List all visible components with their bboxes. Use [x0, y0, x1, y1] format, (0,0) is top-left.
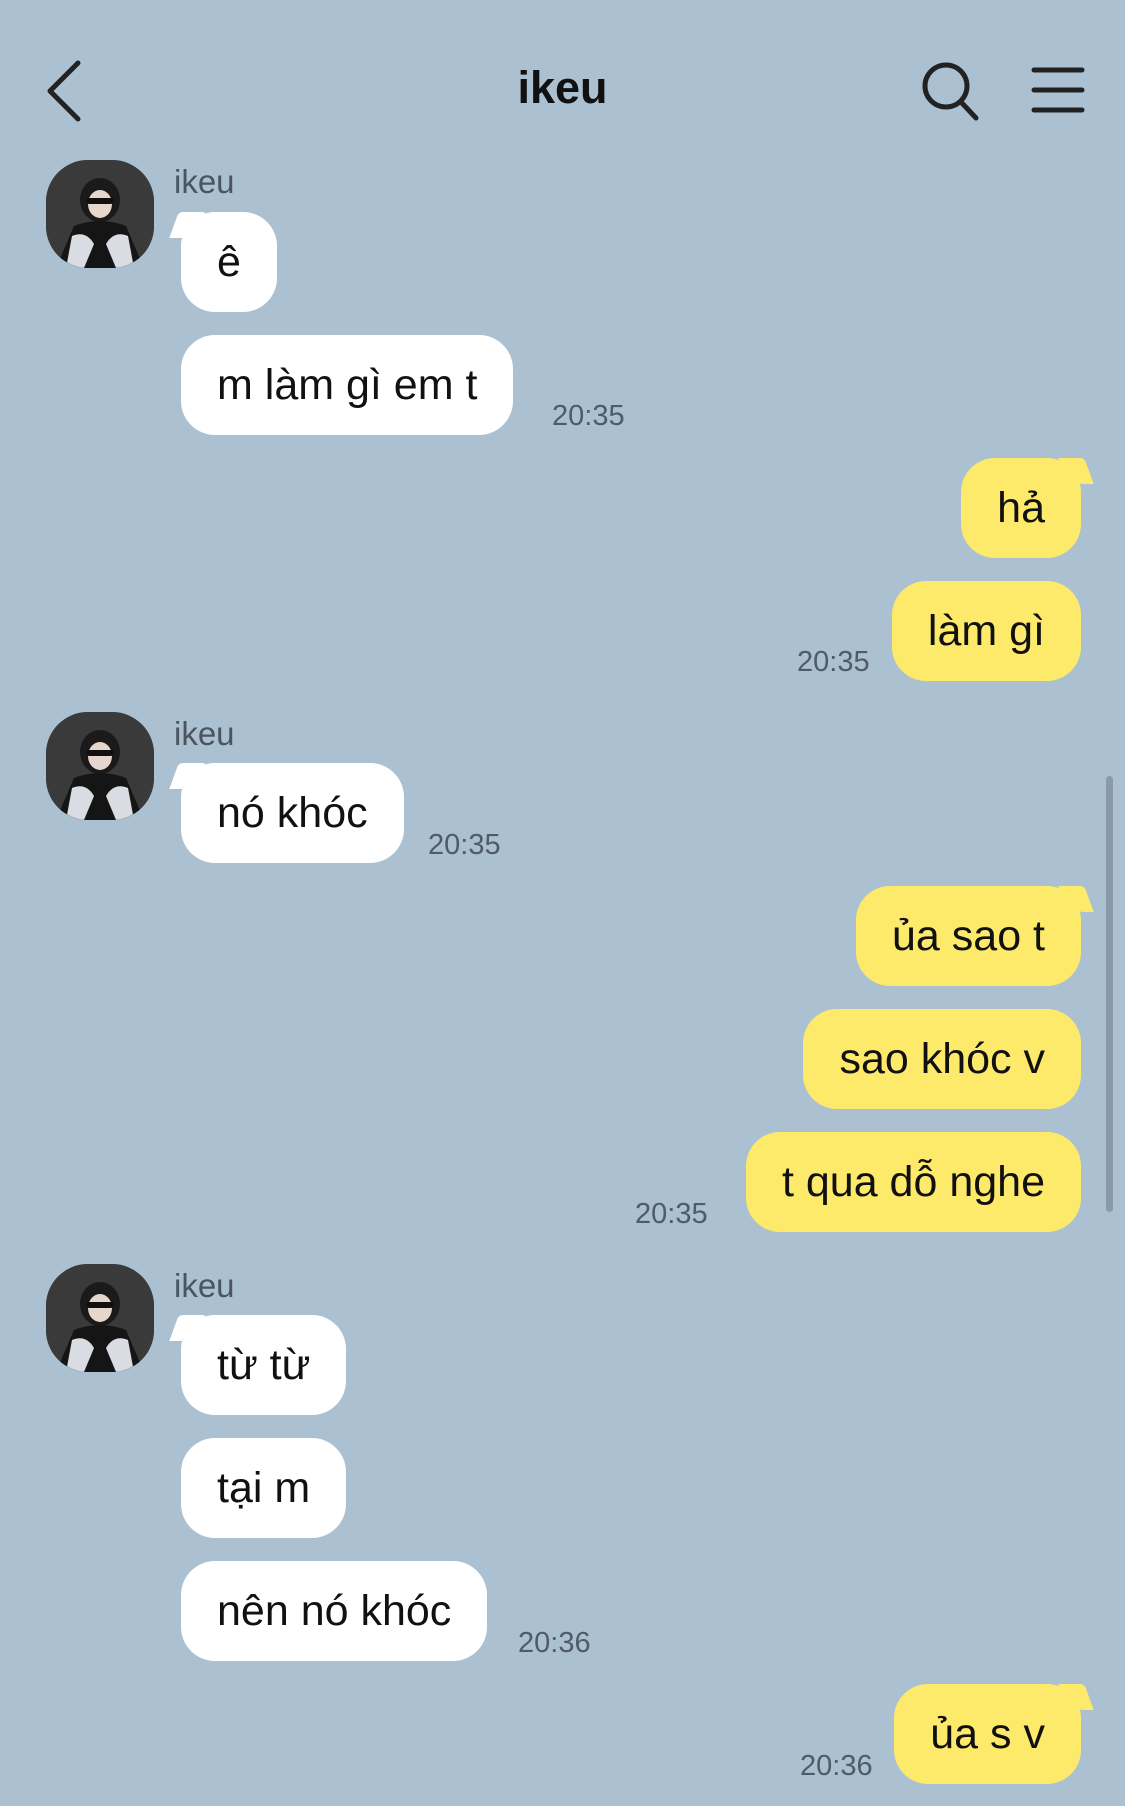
message-timestamp: 20:36: [800, 1750, 873, 1782]
message-timestamp: 20:36: [518, 1627, 591, 1659]
menu-icon: [1031, 67, 1085, 113]
message-bubble-incoming[interactable]: tại m: [181, 1438, 347, 1538]
message-bubble-incoming[interactable]: m làm gì em t: [181, 335, 514, 435]
message-bubble-incoming[interactable]: nên nó khóc: [181, 1561, 488, 1661]
sender-name: ikeu: [174, 715, 235, 752]
search-button[interactable]: [920, 60, 980, 124]
search-icon: [922, 62, 979, 121]
message-bubble-incoming[interactable]: nó khóc: [181, 763, 404, 863]
menu-button[interactable]: [1030, 62, 1086, 118]
message-timestamp: 20:35: [635, 1198, 708, 1230]
message-bubble-outgoing[interactable]: hả: [961, 458, 1081, 558]
message-bubble-outgoing[interactable]: t qua dỗ nghe: [745, 1132, 1081, 1232]
sender-name: ikeu: [174, 163, 235, 200]
message-timestamp: 20:35: [428, 829, 501, 861]
chat-header: ikeu: [0, 0, 1125, 160]
message-bubble-outgoing[interactable]: sao khóc v: [803, 1009, 1081, 1109]
message-timestamp: 20:35: [797, 646, 870, 678]
message-bubble-incoming[interactable]: ê: [181, 212, 277, 312]
avatar[interactable]: [46, 712, 154, 820]
message-bubble-outgoing[interactable]: ủa sao t: [856, 886, 1081, 986]
message-bubble-incoming[interactable]: từ từ: [181, 1315, 347, 1415]
scrollbar[interactable]: [1106, 776, 1113, 1212]
avatar[interactable]: [46, 160, 154, 268]
sender-name: ikeu: [174, 1267, 235, 1304]
message-bubble-outgoing[interactable]: ủa s v: [894, 1684, 1081, 1784]
message-timestamp: 20:35: [552, 400, 625, 432]
avatar[interactable]: [46, 1264, 154, 1372]
message-bubble-outgoing[interactable]: làm gì: [891, 581, 1081, 681]
